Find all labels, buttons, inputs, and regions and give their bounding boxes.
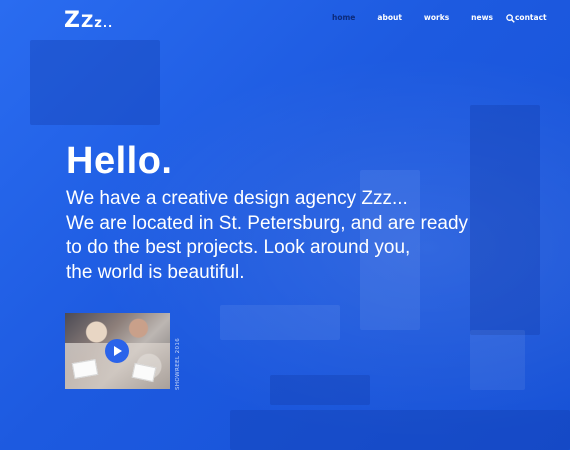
bg-desk-shape (220, 305, 340, 340)
play-icon[interactable] (105, 339, 129, 363)
hero-line: the world is beautiful. (66, 261, 245, 283)
bg-cup-shape (470, 330, 525, 390)
hero-line: We are located in St. Petersburg, and ar… (66, 212, 469, 234)
bg-desk-front-shape (230, 410, 570, 450)
logo[interactable]: ZZz.. (64, 8, 113, 33)
hero-line: to do the best projects. Look around you… (66, 237, 411, 258)
main-nav: home about works news contact (332, 13, 569, 22)
logo-z1: Z (64, 8, 81, 33)
bg-window-shape (30, 40, 160, 125)
nav-news[interactable]: news (471, 13, 493, 22)
hero-line: We have a creative design agency Zzz... (66, 188, 408, 209)
showreel-caption: SHOWREEL 2016 (175, 337, 181, 390)
bg-monitor-shape (470, 105, 540, 335)
nav-home[interactable]: home (332, 13, 355, 22)
logo-z2: Z (80, 12, 95, 32)
hero-text: We have a creative design agency Zzz... … (66, 187, 468, 285)
showreel-video-thumbnail[interactable] (65, 313, 170, 389)
bg-keyboard-shape (270, 375, 370, 405)
hero-heading: Hello. (66, 140, 173, 182)
logo-z3: z (94, 16, 103, 31)
logo-dots: .. (102, 17, 114, 30)
hero-section: Hello. We have a creative design agency … (66, 140, 468, 285)
nav-contact[interactable]: contact (515, 13, 547, 22)
nav-about[interactable]: about (377, 13, 402, 22)
nav-works[interactable]: works (424, 13, 449, 22)
search-icon[interactable] (506, 14, 515, 23)
